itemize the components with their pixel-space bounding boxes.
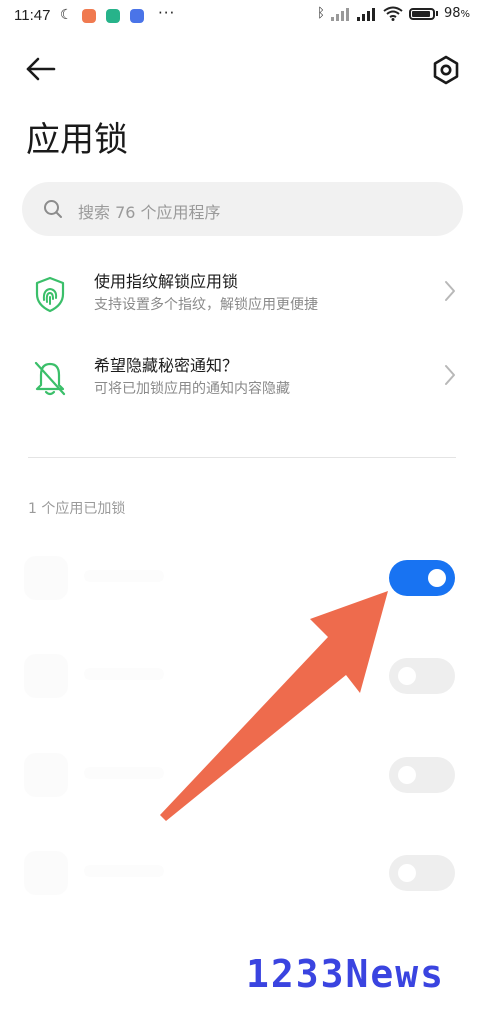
option-title: 希望隐藏秘密通知？ — [94, 356, 239, 375]
battery-suffix: % — [460, 9, 470, 20]
search-placeholder: 搜索 76 个应用程序 — [78, 203, 221, 222]
option-subtitle: 可将已加锁应用的通知内容隐藏 — [94, 381, 290, 397]
settings-button[interactable] — [428, 52, 464, 88]
annotation-arrow — [160, 591, 388, 821]
battery-value: 98 — [443, 6, 461, 21]
signal-icon — [356, 7, 375, 21]
app-icon — [24, 753, 68, 797]
app-icon — [24, 851, 68, 895]
fingerprint-unlock-option[interactable]: 使用指纹解锁应用锁 支持设置多个指纹，解锁应用更便捷 — [0, 262, 480, 332]
status-bar: 11:47 ☾ ··· ᛒ 98% — [0, 0, 480, 34]
arrow-left-icon — [26, 57, 56, 81]
app-lock-toggle[interactable] — [389, 855, 455, 891]
app-row[interactable] — [0, 843, 480, 903]
chevron-right-icon — [445, 365, 455, 385]
app-name — [84, 668, 164, 680]
battery-icon — [408, 7, 435, 20]
notification-icon — [82, 9, 96, 23]
watermark: 1233News — [246, 952, 446, 996]
status-right: ᛒ 98% — [317, 6, 470, 21]
signal-icon — [330, 7, 349, 21]
more-notifications-icon: ··· — [158, 4, 176, 22]
locked-count-label: 1 个应用已加锁 — [28, 501, 126, 517]
search-icon — [44, 200, 62, 218]
app-icon — [24, 654, 68, 698]
battery-percent: 98% — [444, 6, 470, 21]
option-title: 使用指纹解锁应用锁 — [94, 272, 239, 291]
option-subtitle: 支持设置多个指纹，解锁应用更便捷 — [94, 297, 318, 313]
notification-icon — [130, 9, 144, 23]
app-name — [84, 767, 164, 779]
notification-icon — [106, 9, 120, 23]
status-time: 11:47 — [14, 7, 51, 24]
hexagon-gear-icon — [433, 55, 459, 85]
toggle-knob — [398, 864, 416, 882]
app-name — [84, 865, 164, 877]
app-icon — [24, 556, 68, 600]
moon-icon: ☾ — [60, 7, 73, 23]
divider — [28, 457, 456, 458]
toggle-knob — [428, 569, 446, 587]
wifi-icon — [383, 6, 403, 21]
toggle-knob — [398, 667, 416, 685]
search-input[interactable]: 搜索 76 个应用程序 — [22, 182, 463, 236]
app-name — [84, 570, 164, 582]
hide-notifications-option[interactable]: 希望隐藏秘密通知？ 可将已加锁应用的通知内容隐藏 — [0, 346, 480, 416]
bluetooth-icon: ᛒ — [317, 6, 325, 21]
bell-off-icon — [34, 361, 66, 396]
page-title: 应用锁 — [26, 120, 128, 160]
chevron-right-icon — [445, 281, 455, 301]
battery-tip — [435, 11, 438, 16]
fingerprint-icon — [35, 276, 65, 313]
back-button[interactable] — [24, 52, 60, 86]
toggle-knob — [398, 766, 416, 784]
